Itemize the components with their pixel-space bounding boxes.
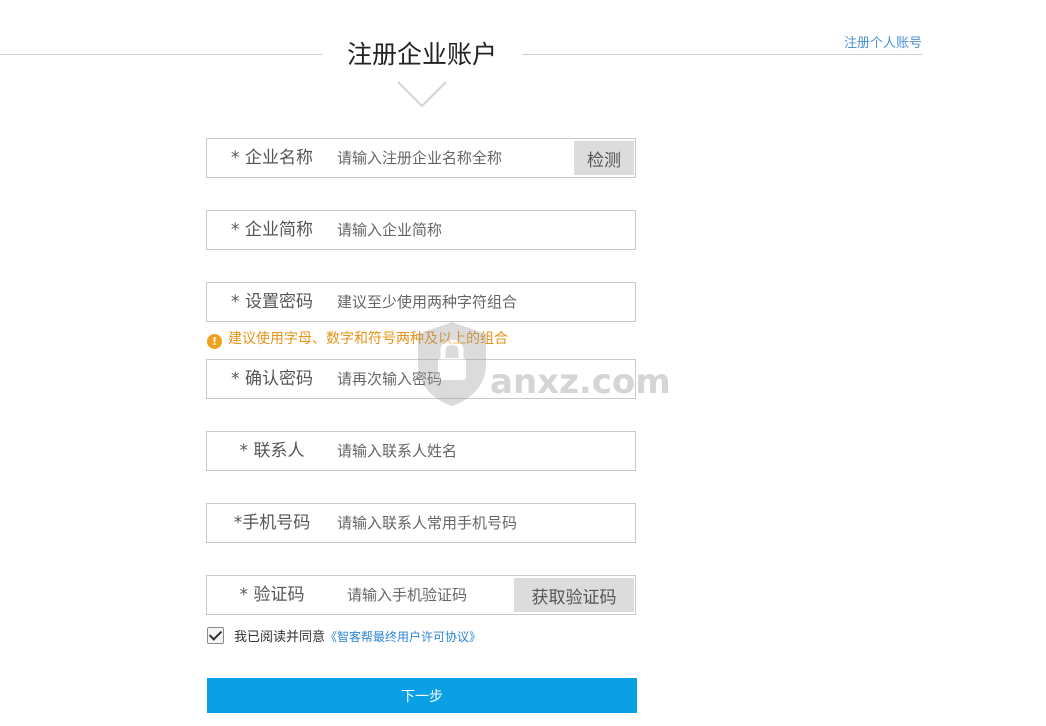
phone-field: *手机号码 xyxy=(206,503,636,543)
confirm-password-field: * 确认密码 xyxy=(206,359,636,399)
agreement-text: 我已阅读并同意 xyxy=(234,630,326,645)
agreement-link[interactable]: 《智客帮最终用户许可协议》 xyxy=(325,630,481,644)
company-name-input[interactable] xyxy=(337,140,567,176)
company-name-label: * 企业名称 xyxy=(231,148,313,168)
company-short-label: * 企业简称 xyxy=(231,220,313,240)
header-divider-left xyxy=(0,54,322,55)
password-input[interactable] xyxy=(337,284,627,320)
agreement-row: 我已阅读并同意《智客帮最终用户许可协议》 xyxy=(207,627,481,647)
contact-label: * 联系人 xyxy=(239,441,305,461)
register-personal-link[interactable]: 注册个人账号 xyxy=(822,35,922,53)
code-field: * 验证码 获取验证码 xyxy=(206,575,636,615)
contact-field: * 联系人 xyxy=(206,431,636,471)
password-hint-text: 建议使用字母、数字和符号两种及以上的组合 xyxy=(228,331,508,347)
password-label: * 设置密码 xyxy=(231,292,313,312)
password-hint: ! 建议使用字母、数字和符号两种及以上的组合 xyxy=(207,330,508,349)
password-field: * 设置密码 xyxy=(206,282,636,322)
code-input[interactable] xyxy=(347,577,507,613)
phone-label: *手机号码 xyxy=(233,513,311,533)
next-button[interactable]: 下一步 xyxy=(207,678,637,713)
company-name-field: * 企业名称 检测 xyxy=(206,138,636,178)
code-label: * 验证码 xyxy=(239,585,305,605)
get-code-button[interactable]: 获取验证码 xyxy=(514,578,634,612)
company-short-field: * 企业简称 xyxy=(206,210,636,250)
confirm-password-input[interactable] xyxy=(337,361,627,397)
agreement-checkbox[interactable] xyxy=(207,627,224,644)
warning-icon: ! xyxy=(207,334,222,349)
confirm-password-label: * 确认密码 xyxy=(231,369,313,389)
contact-input[interactable] xyxy=(337,433,627,469)
company-short-input[interactable] xyxy=(337,212,627,248)
page-title: 注册企业账户 xyxy=(346,40,497,69)
chevron-down-icon xyxy=(397,81,447,108)
header-divider-right xyxy=(522,54,922,55)
check-button[interactable]: 检测 xyxy=(574,141,634,175)
phone-input[interactable] xyxy=(337,505,627,541)
